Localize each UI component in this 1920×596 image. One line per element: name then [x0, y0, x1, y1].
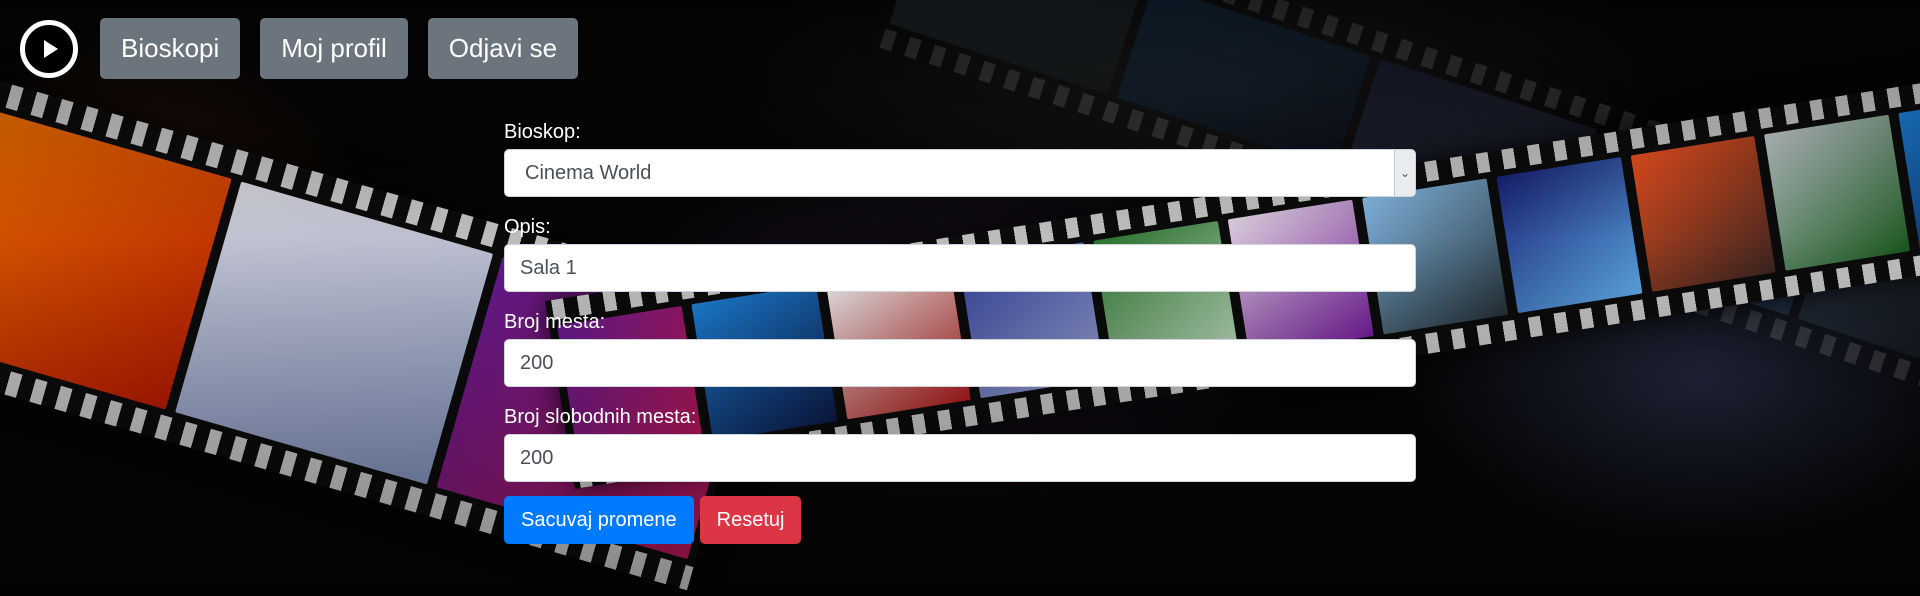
save-button[interactable]: Sacuvaj promene — [504, 496, 694, 544]
chevron-down-icon[interactable]: ⌄ — [1394, 150, 1415, 196]
cinema-label: Bioskop: — [504, 121, 581, 143]
description-label: Opis: — [504, 216, 551, 238]
hall-edit-form: Bioskop: Cinema World ⌄ Opis: Broj mesta… — [504, 120, 1416, 544]
free-seats-label: Broj slobodnih mesta: — [504, 406, 697, 428]
cinema-select[interactable]: Cinema World ⌄ — [504, 149, 1416, 197]
navbar: Bioskopi Moj profil Odjavi se — [20, 18, 579, 79]
play-triangle-icon — [44, 39, 58, 58]
cinema-field: Bioskop: Cinema World ⌄ — [504, 120, 1416, 197]
reset-button[interactable]: Resetuj — [699, 496, 802, 544]
seats-label: Broj mesta: — [504, 311, 606, 333]
seats-input[interactable] — [504, 339, 1416, 387]
nav-button-bioskopi[interactable]: Bioskopi — [100, 18, 241, 79]
form-actions: Sacuvaj promene Resetuj — [504, 496, 1416, 544]
cinema-select-value[interactable]: Cinema World — [504, 149, 1416, 197]
free-seats-input[interactable] — [504, 434, 1416, 482]
seats-field: Broj mesta: — [504, 310, 1416, 387]
description-field: Opis: — [504, 215, 1416, 292]
description-input[interactable] — [504, 244, 1416, 292]
free-seats-field: Broj slobodnih mesta: — [504, 405, 1416, 482]
nav-button-moj-profil[interactable]: Moj profil — [260, 18, 408, 79]
nav-button-odjavi-se[interactable]: Odjavi se — [427, 18, 579, 79]
play-circle-icon[interactable] — [20, 19, 78, 78]
